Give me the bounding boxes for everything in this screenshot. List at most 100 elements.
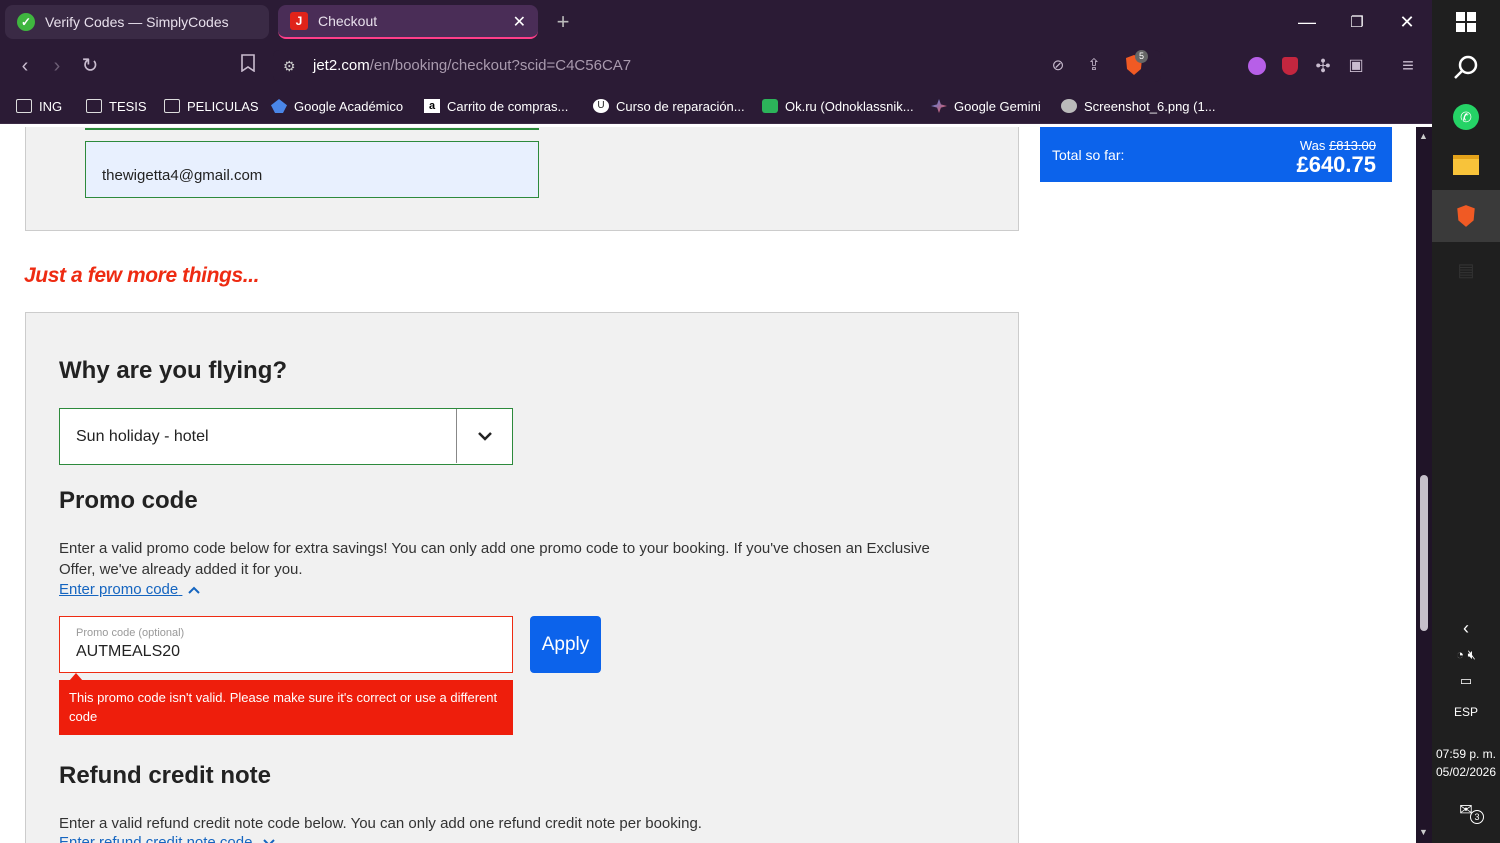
brave-shields-icon[interactable]: 5 bbox=[1122, 50, 1148, 78]
was-label: Was bbox=[1299, 138, 1326, 153]
close-tab-icon[interactable]: ✕ bbox=[513, 12, 526, 32]
scholar-icon bbox=[271, 99, 287, 113]
refund-heading: Refund credit note bbox=[59, 762, 272, 789]
total-price: £640.75 bbox=[1296, 152, 1376, 177]
bookmark-carrito[interactable]: a Carrito de compras... bbox=[424, 96, 568, 116]
bookmark-google-academico[interactable]: Google Académico bbox=[271, 96, 403, 116]
contact-card: thewigetta4@gmail.com bbox=[25, 127, 1019, 231]
original-price: £813.00 bbox=[1329, 138, 1376, 153]
enter-refund-link-label: Enter refund credit note code bbox=[59, 834, 253, 843]
page-content: thewigetta4@gmail.com Just a few more th… bbox=[0, 127, 1416, 843]
bookmark-label: Google Gemini bbox=[954, 98, 1041, 114]
bookmark-label: Screenshot_6.png (1... bbox=[1084, 98, 1216, 114]
reason-select[interactable]: Sun holiday - hotel bbox=[59, 408, 513, 465]
enter-promo-link[interactable]: Enter promo code bbox=[59, 581, 201, 598]
bookmark-ing[interactable]: ING bbox=[16, 96, 62, 116]
bookmarks-bar: ING TESIS PELICULAS Google Académico a Ca… bbox=[0, 88, 1432, 124]
apply-button[interactable]: Apply bbox=[530, 616, 601, 673]
chevron-up-icon bbox=[188, 581, 201, 598]
reader-mode-icon[interactable]: ⊘ bbox=[1046, 54, 1070, 78]
simplycodes-favicon-icon: ✓ bbox=[17, 13, 35, 31]
new-tab-button[interactable]: + bbox=[550, 9, 576, 35]
minimize-button[interactable]: — bbox=[1282, 0, 1332, 44]
why-flying-heading: Why are you flying? bbox=[59, 357, 288, 384]
folder-icon bbox=[16, 99, 32, 113]
bookmark-label: ING bbox=[39, 98, 63, 114]
promo-code-input[interactable]: Promo code (optional) AUTMEALS20 bbox=[59, 616, 513, 673]
folder-icon bbox=[164, 99, 180, 113]
bookmark-curso[interactable]: U Curso de reparación... bbox=[593, 96, 745, 116]
ublock-icon[interactable] bbox=[1278, 54, 1302, 78]
promo-field-label: Promo code (optional) bbox=[76, 627, 185, 639]
bookmark-label: Curso de reparación... bbox=[616, 98, 745, 114]
address-bar[interactable]: ⚙ jet2.com/en/booking/checkout?scid=C4C5… bbox=[273, 50, 1161, 82]
previous-field-border bbox=[85, 128, 539, 130]
notifications-icon[interactable]: ✉ 3 bbox=[1432, 800, 1500, 824]
scroll-up-icon[interactable]: ▲ bbox=[1419, 131, 1428, 141]
chevron-down-icon[interactable] bbox=[456, 409, 512, 463]
section-heading: Just a few more things... bbox=[24, 264, 260, 287]
bookmark-icon[interactable] bbox=[236, 54, 260, 78]
bookmark-screenshot[interactable]: Screenshot_6.png (1... bbox=[1061, 96, 1216, 116]
bookmark-peliculas[interactable]: PELICULAS bbox=[164, 96, 259, 116]
app-icon[interactable]: ▤ bbox=[1432, 260, 1500, 281]
extensions-icon[interactable]: ✣ bbox=[1311, 54, 1335, 78]
jet2-favicon-icon: J bbox=[290, 12, 308, 30]
bookmark-label: TESIS bbox=[109, 98, 147, 114]
chevron-left-icon[interactable]: ‹ bbox=[1432, 618, 1500, 639]
share-icon[interactable]: ⇪ bbox=[1082, 54, 1106, 78]
email-field[interactable]: thewigetta4@gmail.com bbox=[85, 141, 539, 198]
total-label: Total so far: bbox=[1052, 147, 1125, 163]
bookmark-label: Google Académico bbox=[294, 98, 404, 114]
windows-start-icon[interactable] bbox=[1432, 12, 1500, 37]
page-scrollbar[interactable]: ▲ ▼ bbox=[1416, 127, 1432, 843]
bookmark-label: PELICULAS bbox=[187, 98, 259, 114]
windows-taskbar: ✆ ▤ ‹ ◔ 🔇︎ ▭ ESP 07:59 p. m. 05/02/2026 … bbox=[1432, 0, 1500, 843]
url-path: /en/booking/checkout?scid=C4C56CA7 bbox=[369, 57, 632, 74]
wallet-icon[interactable]: ▣ bbox=[1344, 54, 1368, 78]
promo-field-value: AUTMEALS20 bbox=[76, 643, 181, 660]
globe-icon bbox=[1061, 99, 1077, 113]
tab-checkout[interactable]: J Checkout ✕ bbox=[278, 5, 538, 39]
forward-icon[interactable]: › bbox=[45, 54, 69, 78]
battery-icon[interactable]: ▭ bbox=[1432, 673, 1500, 689]
scroll-down-icon[interactable]: ▼ bbox=[1419, 827, 1428, 837]
clock[interactable]: 07:59 p. m. 05/02/2026 bbox=[1432, 745, 1500, 781]
date: 05/02/2026 bbox=[1435, 765, 1497, 779]
network-volume-icons[interactable]: ◔ 🔇︎ bbox=[1432, 647, 1500, 663]
udemy-icon: U bbox=[593, 99, 609, 113]
email-value: thewigetta4@gmail.com bbox=[102, 167, 263, 184]
reason-selected-value: Sun holiday - hotel bbox=[76, 428, 209, 445]
notification-count: 3 bbox=[1470, 810, 1484, 824]
bookmark-gemini[interactable]: Google Gemini bbox=[931, 96, 1041, 116]
wifi-icon: ◔ bbox=[1456, 647, 1465, 662]
language-indicator[interactable]: ESP bbox=[1432, 703, 1500, 721]
tab-bar: ✓ Verify Codes — SimplyCodes J Checkout … bbox=[0, 0, 1432, 44]
scrollbar-thumb[interactable] bbox=[1420, 475, 1428, 631]
whatsapp-icon[interactable]: ✆ bbox=[1432, 104, 1500, 130]
site-settings-icon[interactable]: ⚙ bbox=[283, 50, 296, 82]
tab-title: Verify Codes — SimplyCodes bbox=[45, 14, 229, 30]
search-icon[interactable] bbox=[1432, 54, 1500, 85]
mute-icon: 🔇︎ bbox=[1467, 647, 1476, 662]
reload-icon[interactable]: ↻ bbox=[78, 54, 102, 78]
enter-refund-link[interactable]: Enter refund credit note code bbox=[59, 834, 275, 843]
refund-description: Enter a valid refund credit note code be… bbox=[59, 815, 702, 832]
promo-heading: Promo code bbox=[59, 487, 198, 514]
bookmark-okru[interactable]: Ok.ru (Odnoklassnik... bbox=[762, 96, 914, 116]
menu-icon[interactable]: ≡ bbox=[1396, 54, 1420, 78]
bookmark-tesis[interactable]: TESIS bbox=[86, 96, 147, 116]
close-window-button[interactable]: ✕ bbox=[1382, 0, 1432, 44]
brave-taskbar-icon[interactable] bbox=[1432, 190, 1500, 242]
restore-button[interactable]: ❐ bbox=[1332, 0, 1382, 44]
back-icon[interactable]: ‹ bbox=[13, 54, 37, 78]
extension-purple-icon[interactable] bbox=[1245, 54, 1269, 78]
was-price: Was £813.00 bbox=[1300, 138, 1376, 153]
folder-icon bbox=[86, 99, 102, 113]
file-explorer-icon[interactable] bbox=[1432, 155, 1500, 180]
tab-simplycodes[interactable]: ✓ Verify Codes — SimplyCodes bbox=[5, 5, 269, 39]
okru-icon bbox=[762, 99, 778, 113]
bookmark-label: Ok.ru (Odnoklassnik... bbox=[785, 98, 914, 114]
time: 07:59 p. m. bbox=[1435, 747, 1497, 761]
gemini-icon bbox=[931, 99, 947, 113]
